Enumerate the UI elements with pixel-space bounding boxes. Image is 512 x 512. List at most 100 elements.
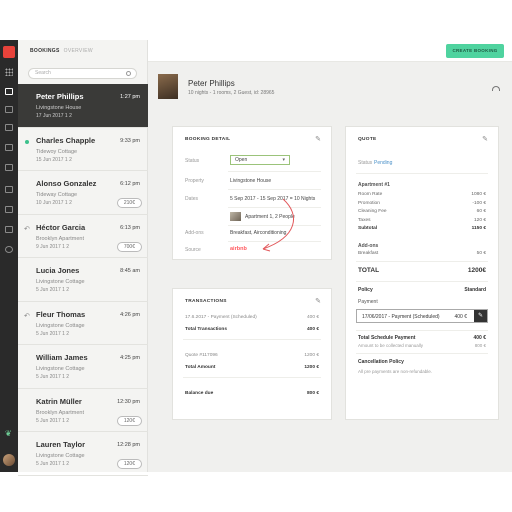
divider (228, 171, 321, 172)
settings-icon[interactable] (5, 246, 13, 253)
payment-row-label: 17/06/2017 - Payment (Scheduled) (362, 314, 440, 320)
booking-list-item[interactable]: Charles Chapple Tidewoy Cottage 15 Jun 201… (18, 128, 148, 171)
tab-overview[interactable]: OVERVIEW (64, 48, 93, 54)
booking-time: 1:27 pm (120, 94, 140, 100)
airbnb-logo: airbnb (230, 246, 247, 252)
booking-time: 9:33 pm (120, 137, 140, 144)
transaction-label: Quote #117096 (185, 353, 218, 358)
cancellation-text: All pre payments are non-refundable. (358, 369, 433, 374)
inbox-icon[interactable] (5, 106, 13, 113)
transactions-card: TRANSACTIONS ✎ 17.6.2017 - Payment (Sche… (172, 288, 332, 420)
search-icon (126, 71, 131, 76)
tag-icon[interactable] (5, 226, 13, 233)
quote-line-value: 60 € (476, 209, 486, 214)
booking-meta: 5 Jun 2017 1 2 (36, 374, 70, 380)
quote-card: QUOTE ✎ Status Pending Apartment #1 Room… (345, 126, 499, 420)
avatar[interactable] (3, 454, 15, 466)
booking-list-item[interactable]: William James Livingstone Cottage 5 Jun 20… (18, 345, 148, 389)
divider (356, 173, 488, 174)
monitor-icon[interactable] (5, 164, 13, 171)
edit-pencil-icon[interactable]: ✎ (315, 135, 321, 143)
guest-header: Peter Phillips 10 nights - 1 rooms, 2 Gu… (148, 62, 512, 112)
room-thumbnail (230, 212, 241, 221)
app-logo[interactable] (3, 46, 15, 58)
booking-meta: 5 Jun 2017 1 2 (36, 287, 70, 293)
transaction-value: 800 € (306, 391, 319, 396)
property-value: Livingstone House (230, 178, 272, 184)
scheduled-value: 400 € (473, 335, 486, 341)
status-value: Open (235, 157, 248, 163)
bookings-list: Peter Phillips Livingstone House 17 Jun 20… (18, 84, 148, 476)
top-bar: CREATE BOOKING (148, 40, 512, 62)
booking-list-item[interactable]: Katrin Müller Brooklyn Apartment 5 Jun 201… (18, 389, 148, 432)
divider (356, 353, 488, 354)
booking-property: Livingstone Cottage (36, 322, 85, 329)
total-label: TOTAL (358, 267, 380, 274)
phone-icon[interactable] (5, 186, 13, 193)
booking-meta: 5 Jun 2017 1 2 (36, 330, 70, 337)
booking-detail-card: BOOKING DETAIL ✎ Status Open ▾ Property … (172, 126, 332, 260)
quote-addon-value: 50 € (476, 251, 486, 256)
addons-label: Add-ons (185, 230, 204, 236)
scheduled-label: Total Schedule Payment (358, 335, 416, 341)
folder-icon[interactable] (5, 206, 13, 213)
status-dropdown[interactable]: Open ▾ (230, 155, 290, 165)
divider (183, 339, 321, 340)
apartment-header: Apartment #1 (358, 182, 390, 188)
tab-bookings[interactable]: BOOKINGS (30, 48, 60, 54)
app-window: ❦ BOOKINGS OVERVIEW Search Peter Phillip… (0, 40, 512, 476)
booking-time: 6:12 pm (120, 181, 140, 187)
status-label: Status (185, 158, 200, 164)
booking-property: Brooklyn Apartment (36, 409, 84, 416)
search-placeholder: Search (35, 70, 51, 76)
quote-line-label: Subtotal (358, 226, 378, 231)
quote-line-label: Room Rate (358, 192, 383, 197)
source-label: Source (185, 247, 201, 253)
edit-pencil-icon[interactable]: ✎ (482, 135, 488, 143)
booking-list-item[interactable]: Peter Phillips Livingstone House 17 Jun 20… (18, 84, 148, 128)
booking-list-item[interactable]: Lucia Jones Livingstone Cottage 5 Jun 2017… (18, 258, 148, 302)
quote-title: QUOTE (358, 137, 377, 142)
booking-list-item[interactable]: Alonso Gonzalez Tideway Cottage 10 Jun 201… (18, 171, 148, 215)
quote-addon-label: Breakfast (358, 251, 379, 256)
dashboard-gauge-icon[interactable] (492, 86, 500, 91)
quote-addons-header: Add-ons (358, 243, 379, 249)
booking-list-item[interactable]: ↶ Héctor Garcia Brooklyn Apartment 9 Jun 20… (18, 215, 148, 258)
chat-icon[interactable] (5, 144, 13, 151)
guest-name: Peter Phillips (188, 79, 235, 88)
quote-line-label: Cleaning Fee (358, 209, 387, 214)
booking-property: Tidewoy Cottage (36, 148, 78, 155)
list-icon[interactable] (5, 124, 13, 131)
booking-price-badge: 700€ (116, 241, 142, 252)
policy-label: Policy (358, 287, 373, 293)
booking-list-item[interactable]: ↶ Fleur Thomas Livingstone Cottage 5 Jun 20… (18, 302, 148, 345)
create-booking-button[interactable]: CREATE BOOKING (446, 44, 504, 58)
divider (228, 189, 321, 190)
chevron-down-icon: ▾ (282, 157, 285, 163)
booking-price-badge: 120€ (116, 415, 142, 426)
quote-line-label: Taxes (358, 217, 371, 223)
payment-row[interactable]: 17/06/2017 - Payment (Scheduled) 400 € ✎ (356, 309, 488, 323)
booking-property: Livingstone Cottage (36, 279, 85, 285)
transaction-value: 400 € (306, 327, 319, 332)
edit-pencil-icon[interactable]: ✎ (315, 297, 321, 305)
collected-value: 800 € (474, 343, 486, 348)
transaction-label: Total Amount (185, 365, 216, 370)
divider (356, 281, 488, 282)
booking-time: 4:26 pm (120, 311, 140, 318)
leaf-icon[interactable]: ❦ (5, 429, 12, 438)
booking-list-item[interactable]: Lauren Taylor Livingstone Cottage 5 Jun 20… (18, 432, 148, 476)
cancellation-label: Cancellation Policy (358, 359, 404, 365)
annotation-arrow (262, 198, 295, 252)
bookings-list-panel: BOOKINGS OVERVIEW Search Peter Phillips L… (18, 40, 148, 476)
booking-property: Livingstone Cottage (36, 366, 85, 372)
booking-property: Livingstone House (36, 105, 82, 111)
reply-arrow-icon: ↶ (24, 312, 30, 320)
divider (183, 377, 321, 378)
grid-icon[interactable] (5, 68, 13, 76)
edit-pencil-icon[interactable]: ✎ (474, 310, 487, 322)
transaction-label: Balance due (185, 391, 214, 396)
search-input[interactable]: Search (28, 68, 137, 79)
quote-line-value: -100 € (472, 200, 486, 206)
calendar-icon[interactable] (5, 88, 13, 95)
